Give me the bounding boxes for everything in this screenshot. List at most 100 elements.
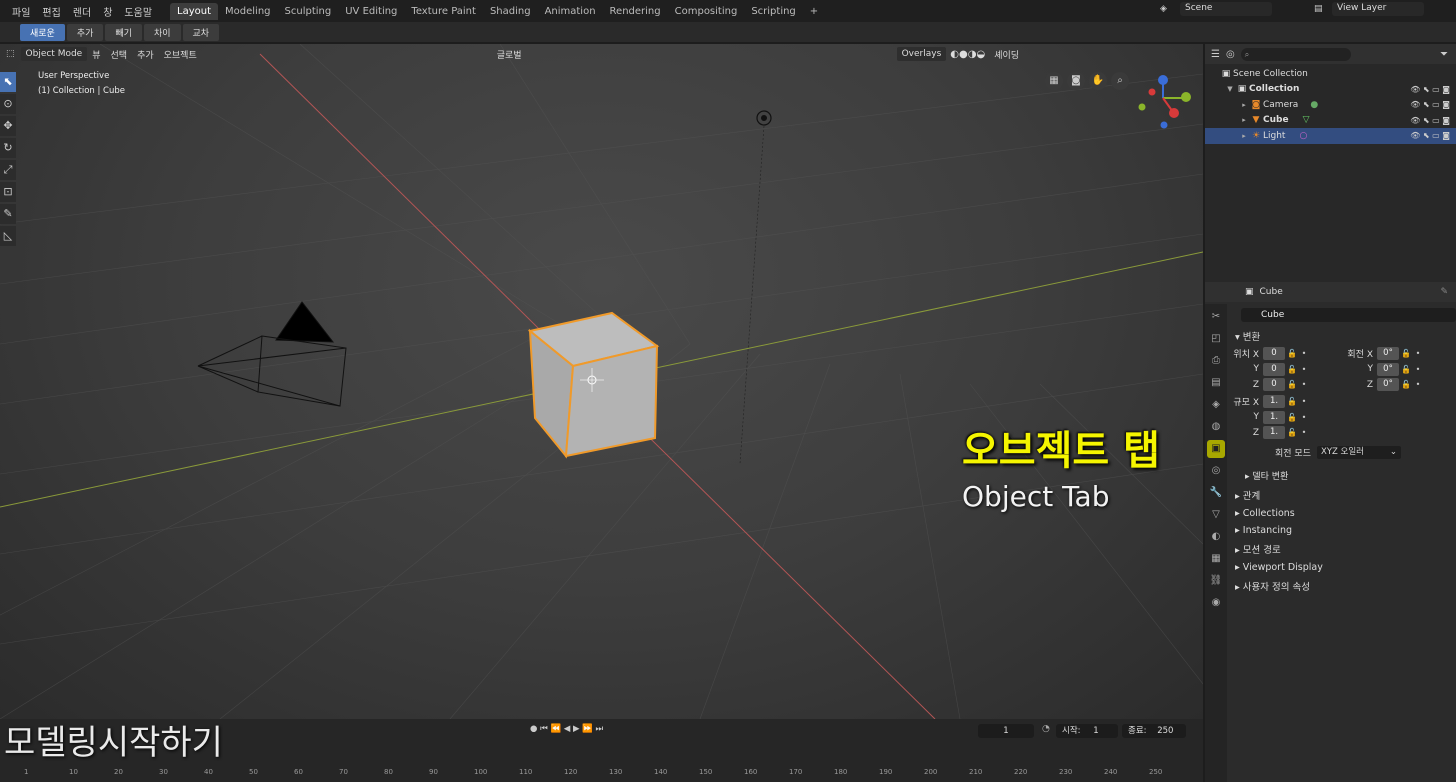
- tab-layout[interactable]: Layout: [170, 2, 219, 20]
- outliner-camera[interactable]: ▸ ◙ Camera ● 👁 ⬉ ▭ ◙: [1205, 97, 1456, 113]
- rotation-mode-dropdown[interactable]: XYZ 오일러 ⌄: [1317, 445, 1401, 459]
- custom-properties-section[interactable]: ▸ 사용자 정의 속성: [1229, 576, 1456, 596]
- texture-tab-icon[interactable]: ▦: [1207, 550, 1225, 568]
- end-frame-field[interactable]: 종료: 250: [1122, 724, 1186, 738]
- light-object[interactable]: [739, 110, 772, 465]
- 3d-viewport[interactable]: ⬚ Object Mode 뷰 선택 추가 오브젝트 글로벌 Overlays …: [0, 44, 1203, 719]
- keyframe-dot-icon[interactable]: •: [1299, 397, 1309, 406]
- cube-object[interactable]: [527, 311, 660, 459]
- render-tab-icon[interactable]: ◰: [1207, 330, 1225, 348]
- outliner-light[interactable]: ▸ ☀ Light ○ 👁 ⬉ ▭ ◙: [1205, 128, 1456, 144]
- outliner-collection[interactable]: ▼ ▣ Collection 👁 ⬉ ▭ ◙: [1205, 82, 1456, 98]
- menu-file[interactable]: 파일: [6, 4, 36, 19]
- menu-render[interactable]: 렌더: [67, 4, 97, 19]
- keyframe-dot-icon[interactable]: •: [1413, 365, 1423, 374]
- lock-icon[interactable]: 🔓: [1285, 397, 1299, 406]
- outliner-editor-icon[interactable]: ☰: [1211, 49, 1220, 60]
- rotation-z-field[interactable]: 0°: [1377, 378, 1399, 392]
- output-tab-icon[interactable]: ⎙: [1207, 352, 1225, 370]
- lock-icon[interactable]: 🔓: [1399, 365, 1413, 374]
- menu-edit[interactable]: 편집: [36, 4, 66, 19]
- add-menu[interactable]: 추가: [132, 46, 159, 63]
- mode-subtract-button[interactable]: 빼기: [105, 23, 142, 41]
- view-menu[interactable]: 뷰: [87, 46, 105, 63]
- keyframe-dot-icon[interactable]: •: [1413, 380, 1423, 389]
- object-mode-dropdown[interactable]: Object Mode: [20, 47, 88, 61]
- display-mode-icon[interactable]: ◎: [1226, 49, 1235, 60]
- filter-icon[interactable]: ⏷: [1440, 49, 1448, 60]
- camera-view-icon[interactable]: ◙: [1067, 72, 1085, 90]
- tool-tab-icon[interactable]: ✂: [1207, 308, 1225, 326]
- location-z-field[interactable]: 0: [1263, 378, 1285, 392]
- keyframe-dot-icon[interactable]: •: [1299, 365, 1309, 374]
- location-y-field[interactable]: 0: [1263, 362, 1285, 376]
- lock-icon[interactable]: 🔓: [1285, 428, 1299, 437]
- visibility-toggles[interactable]: 👁 ⬉ ▭ ◙: [1410, 85, 1450, 94]
- lock-icon[interactable]: 🔓: [1285, 349, 1299, 358]
- outliner-scene-collection[interactable]: ▣ Scene Collection: [1205, 66, 1456, 82]
- outliner-search-input[interactable]: ⌕: [1240, 47, 1351, 61]
- lock-icon[interactable]: 🔓: [1399, 349, 1413, 358]
- start-frame-field[interactable]: 시작: 1: [1056, 724, 1118, 738]
- menu-help[interactable]: 도움말: [118, 4, 158, 19]
- overlays-dropdown[interactable]: Overlays: [896, 47, 947, 61]
- world-tab-icon[interactable]: ◍: [1207, 418, 1225, 436]
- transform-section[interactable]: ▾ 변환: [1229, 326, 1456, 346]
- lock-icon[interactable]: 🔓: [1285, 413, 1299, 422]
- visibility-toggles[interactable]: 👁 ⬉ ▭ ◙: [1410, 116, 1450, 125]
- pan-hand-icon[interactable]: ✋: [1089, 72, 1107, 90]
- camera-object[interactable]: [197, 301, 347, 407]
- modifier-tab-icon[interactable]: ◎: [1207, 462, 1225, 480]
- object-tab-icon[interactable]: ▣: [1207, 440, 1225, 458]
- expand-arrow-icon[interactable]: ▸: [1239, 101, 1249, 109]
- add-workspace-button[interactable]: +: [803, 3, 825, 20]
- timeline-ruler[interactable]: 1 10 20 30 40 50 60 70 80 90 100 110 120 130 140 150 160…: [0, 764, 1203, 782]
- object-name-field[interactable]: Cube: [1241, 308, 1456, 322]
- view-layer-selector[interactable]: View Layer: [1332, 2, 1424, 16]
- shading-dropdown[interactable]: 셰이딩: [989, 46, 1024, 63]
- tab-texture-paint[interactable]: Texture Paint: [404, 3, 483, 20]
- data-tab-icon[interactable]: ◉: [1207, 594, 1225, 612]
- motion-paths-section[interactable]: ▸ 모션 경로: [1229, 539, 1456, 559]
- rotation-y-field[interactable]: 0°: [1377, 362, 1399, 376]
- menu-window[interactable]: 창: [97, 4, 118, 19]
- editor-type-icon[interactable]: ⬚: [0, 49, 21, 59]
- annotate-icon[interactable]: ✎: [0, 204, 16, 224]
- keyframe-dot-icon[interactable]: •: [1299, 413, 1309, 422]
- tab-shading[interactable]: Shading: [483, 3, 538, 20]
- scene-tab-icon[interactable]: ◈: [1207, 396, 1225, 414]
- mode-difference-button[interactable]: 차이: [143, 23, 181, 41]
- mode-new-button[interactable]: 새로운: [20, 23, 65, 41]
- pin-icon[interactable]: ✎: [1440, 287, 1448, 297]
- keyframe-dot-icon[interactable]: •: [1299, 349, 1309, 358]
- keyframe-dot-icon[interactable]: •: [1299, 380, 1309, 389]
- scale-x-field[interactable]: 1.: [1263, 395, 1285, 409]
- lock-icon[interactable]: 🔓: [1285, 380, 1299, 389]
- measure-icon[interactable]: ◺: [0, 226, 16, 246]
- collections-section[interactable]: ▸ Collections: [1229, 505, 1456, 522]
- expand-arrow-icon[interactable]: ▸: [1239, 132, 1249, 140]
- playback-controls[interactable]: ● ⏮ ⏪ ◀ ▶ ⏩ ⏭: [530, 724, 603, 738]
- shading-modes[interactable]: ◐●◑◒: [946, 49, 989, 60]
- select-menu[interactable]: 선택: [106, 46, 133, 63]
- location-x-field[interactable]: 0: [1263, 347, 1285, 361]
- keyframe-dot-icon[interactable]: •: [1413, 349, 1423, 358]
- tab-animation[interactable]: Animation: [538, 3, 603, 20]
- scale-y-field[interactable]: 1.: [1263, 410, 1285, 424]
- outliner-cube[interactable]: ▸ ▼ Cube ▽ 👁 ⬉ ▭ ◙: [1205, 113, 1456, 129]
- scene-selector[interactable]: Scene: [1180, 2, 1272, 16]
- expand-arrow-icon[interactable]: ▸: [1239, 116, 1249, 124]
- scale-icon[interactable]: ⤢: [0, 160, 16, 180]
- current-frame-field[interactable]: 1: [978, 724, 1034, 738]
- rotation-x-field[interactable]: 0°: [1377, 347, 1399, 361]
- select-box-icon[interactable]: ⬉: [0, 72, 16, 92]
- transform-orientation-dropdown[interactable]: 글로벌: [492, 46, 527, 63]
- view-layer-tab-icon[interactable]: ▤: [1207, 374, 1225, 392]
- material-tab-icon[interactable]: ◐: [1207, 528, 1225, 546]
- relations-section[interactable]: ▸ 관계: [1229, 485, 1456, 505]
- lock-icon[interactable]: 🔓: [1285, 365, 1299, 374]
- delta-transform-section[interactable]: ▸ 델타 변환: [1229, 466, 1456, 485]
- cursor-icon[interactable]: ⊙: [0, 94, 16, 114]
- constraints-tab-icon[interactable]: ⛓: [1207, 572, 1225, 590]
- tab-compositing[interactable]: Compositing: [668, 3, 745, 20]
